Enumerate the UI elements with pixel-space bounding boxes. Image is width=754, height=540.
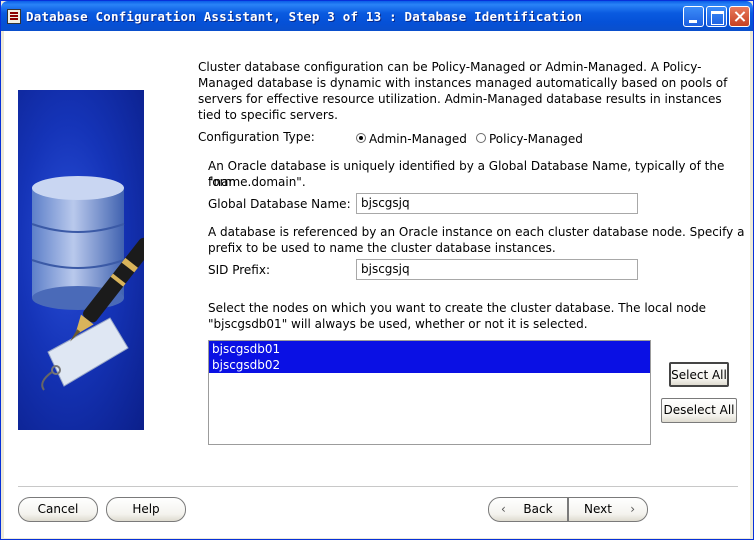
- minimize-button[interactable]: [683, 6, 704, 27]
- title-bar[interactable]: Database Configuration Assistant, Step 3…: [1, 1, 753, 31]
- dbca-window: Database Configuration Assistant, Step 3…: [0, 0, 754, 540]
- back-button[interactable]: ‹ Back: [488, 497, 568, 522]
- policy-managed-radio[interactable]: [476, 133, 486, 143]
- close-button[interactable]: [729, 6, 750, 27]
- chevron-left-icon: ‹: [501, 502, 506, 516]
- database-pen-illustration: [31, 176, 144, 391]
- nodes-desc-line-2: "bjscgsdb01" will always be used, whethe…: [208, 317, 588, 331]
- cluster-nodes-list[interactable]: bjscgsdb01 bjscgsdb02: [208, 340, 651, 445]
- wizard-banner-image: [18, 90, 144, 430]
- select-all-button[interactable]: Select All: [669, 362, 729, 387]
- gdb-name-label: Global Database Name:: [208, 197, 351, 211]
- global-database-name-input[interactable]: bjscgsjq: [356, 193, 638, 214]
- intro-line-1: Cluster database configuration can be Po…: [198, 60, 702, 74]
- sid-desc-line-1: A database is referenced by an Oracle in…: [208, 225, 745, 239]
- footer-separator: [18, 486, 738, 488]
- node-list-item[interactable]: bjscgsdb02: [209, 357, 650, 373]
- wizard-content: Cluster database configuration can be Po…: [4, 31, 750, 538]
- intro-line-3: servers for effective resource utilizati…: [198, 92, 722, 106]
- back-button-label: Back: [523, 502, 553, 516]
- next-button-label: Next: [584, 502, 612, 516]
- next-button[interactable]: Next ›: [568, 497, 648, 522]
- app-icon: [7, 9, 21, 24]
- policy-managed-label[interactable]: Policy-Managed: [489, 131, 583, 147]
- nodes-desc-line-1: Select the nodes on which you want to cr…: [208, 301, 707, 315]
- cancel-button[interactable]: Cancel: [18, 497, 98, 522]
- sid-desc-line-2: prefix to be used to name the cluster da…: [208, 241, 556, 255]
- intro-line-4: tied to specific servers.: [198, 108, 338, 122]
- chevron-right-icon: ›: [630, 502, 635, 516]
- config-type-label: Configuration Type:: [198, 130, 315, 144]
- sid-prefix-label: SID Prefix:: [208, 263, 270, 277]
- help-button[interactable]: Help: [106, 497, 186, 522]
- intro-line-2: Managed database is dynamic with instanc…: [198, 76, 728, 90]
- gdb-desc-line-2: "name.domain".: [208, 175, 306, 189]
- node-list-item[interactable]: bjscgsdb01: [209, 341, 650, 357]
- deselect-all-button[interactable]: Deselect All: [661, 398, 737, 423]
- maximize-button[interactable]: [706, 6, 727, 27]
- sid-prefix-input[interactable]: bjscgsjq: [356, 259, 638, 280]
- admin-managed-radio[interactable]: [356, 133, 366, 143]
- window-title: Database Configuration Assistant, Step 3…: [26, 9, 583, 24]
- admin-managed-label[interactable]: Admin-Managed: [369, 131, 467, 147]
